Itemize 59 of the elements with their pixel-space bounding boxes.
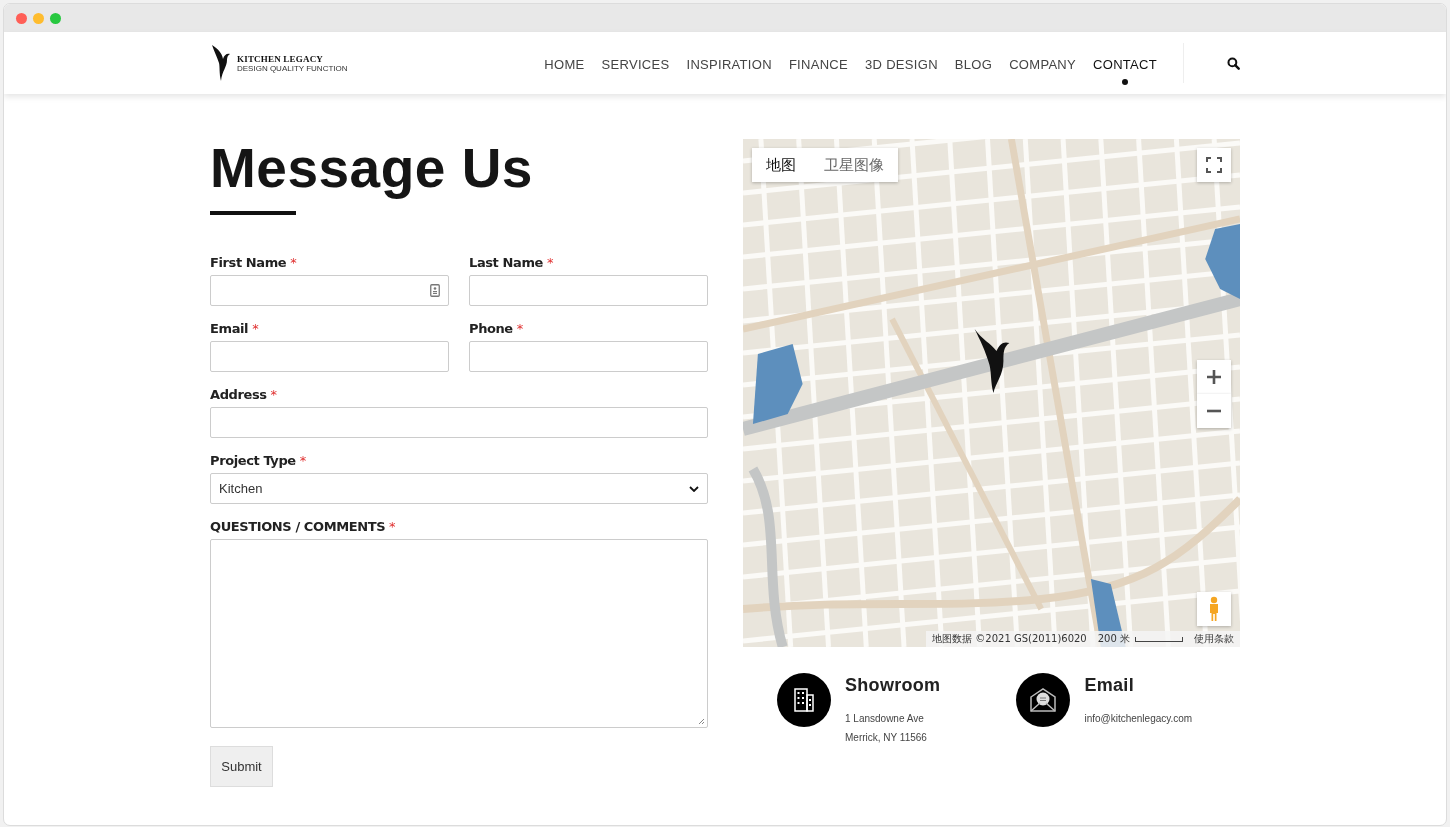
contact-heading: Showroom xyxy=(845,675,941,696)
window-control-dot[interactable] xyxy=(33,12,44,24)
required-asterisk: * xyxy=(270,387,277,402)
contact-heading: Email xyxy=(1084,675,1135,696)
input-field[interactable] xyxy=(210,407,708,438)
contact-detail: 1 Lansdowne Ave xyxy=(845,712,925,726)
nav-link[interactable]: SERVICES xyxy=(601,57,670,85)
plus-icon xyxy=(1206,369,1222,385)
input-field[interactable] xyxy=(469,275,708,306)
input-field[interactable] xyxy=(469,341,708,372)
window-control-dot[interactable] xyxy=(50,12,61,24)
map-view[interactable]: 地图 卫星图像 地图数据 ©2021 GS(2011)6020 200 米 使用条款 xyxy=(743,139,1240,647)
map-type-tab[interactable]: 地图 xyxy=(752,148,810,182)
window-control-dot[interactable] xyxy=(16,12,27,24)
field-label: Address xyxy=(210,387,267,402)
logo-tagline: DESIGN QUALITY FUNCTION xyxy=(237,63,348,73)
field-label: Phone xyxy=(469,321,513,336)
input-field[interactable] xyxy=(210,341,449,372)
submit-button[interactable]: Submit xyxy=(210,746,273,787)
nav-link[interactable]: BLOG xyxy=(954,57,993,85)
contact-detail: Merrick, NY 11566 xyxy=(845,731,928,745)
input-field[interactable] xyxy=(210,275,449,306)
zoom-in-button[interactable] xyxy=(1197,360,1231,394)
street-view-button[interactable] xyxy=(1197,592,1231,626)
envelope-icon xyxy=(1016,673,1071,727)
search-icon[interactable] xyxy=(1227,56,1240,70)
nav-link[interactable]: HOME xyxy=(544,57,585,85)
resize-handle-icon[interactable] xyxy=(697,717,705,725)
page-heading: Message Us xyxy=(210,139,534,197)
fullscreen-icon xyxy=(1206,157,1222,173)
project-type-dropdown[interactable]: Kitchen xyxy=(210,473,708,504)
nav-link[interactable]: COMPANY xyxy=(1009,57,1077,85)
map-type-tab[interactable]: 卫星图像 xyxy=(810,148,898,182)
required-asterisk: * xyxy=(516,321,523,336)
required-asterisk: * xyxy=(299,453,306,468)
required-asterisk: * xyxy=(290,255,297,270)
map-scale: 200 米 xyxy=(1097,632,1130,646)
fullscreen-button[interactable] xyxy=(1197,148,1231,182)
nav-link[interactable]: 3D DESIGN xyxy=(865,57,938,85)
contact-card-icon[interactable] xyxy=(430,284,440,297)
field-label: Last Name xyxy=(469,255,543,270)
field-label: Project Type xyxy=(210,453,296,468)
person-icon xyxy=(1208,596,1220,622)
nav-link[interactable]: INSPIRATION xyxy=(686,57,772,85)
required-asterisk: * xyxy=(252,321,259,336)
required-asterisk: * xyxy=(389,519,396,534)
building-icon xyxy=(777,673,831,727)
map-attribution: 地图数据 ©2021 GS(2011)6020 xyxy=(932,632,1087,646)
field-label: Email xyxy=(210,321,249,336)
required-asterisk: * xyxy=(546,255,554,270)
contact-detail: info@kitchenlegacy.com xyxy=(1084,712,1193,726)
logo-wordmark[interactable]: KITCHEN LEGACY xyxy=(237,53,348,64)
terms-link[interactable]: 使用条款 xyxy=(1194,632,1234,646)
nav-link[interactable]: FINANCE xyxy=(788,57,849,85)
nav-link[interactable]: CONTACT xyxy=(1093,57,1157,85)
field-label: QUESTIONS / COMMENTS xyxy=(210,519,386,534)
zoom-out-button[interactable] xyxy=(1197,394,1231,428)
caret-icon xyxy=(689,485,699,492)
field-label: First Name xyxy=(210,255,287,270)
